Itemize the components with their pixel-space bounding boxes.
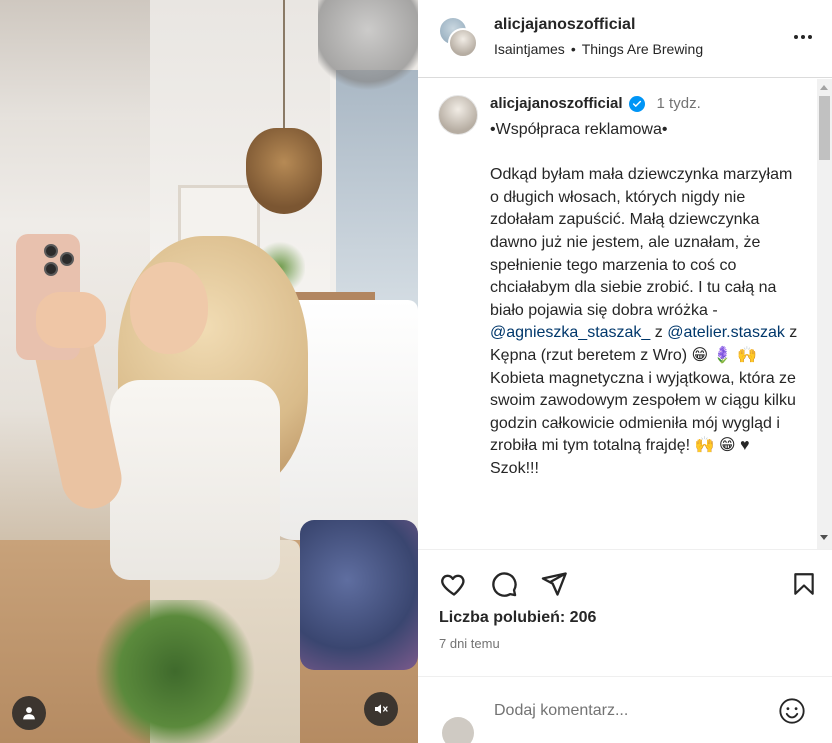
heart-icon — [441, 574, 465, 596]
tagged-users-button[interactable] — [12, 696, 46, 730]
caption-username[interactable]: alicjajanoszofficial — [490, 95, 623, 112]
media-hand — [36, 292, 106, 348]
avatar — [442, 717, 474, 743]
paper-plane-icon — [541, 572, 567, 596]
media-top — [110, 380, 280, 580]
comment-bubble-icon — [492, 572, 517, 597]
caption-header: alicjajanoszofficial 1 tydz. — [490, 95, 701, 112]
post-header: alicjajanoszofficial Isaintjames • Thing… — [418, 0, 832, 78]
audio-title[interactable]: Things Are Brewing — [582, 41, 703, 57]
scrollbar-thumb[interactable] — [819, 96, 830, 160]
likes-count[interactable]: Liczba polubień: 206 — [439, 609, 596, 627]
caption-scrollbar[interactable] — [817, 79, 832, 549]
header-avatars[interactable] — [438, 16, 478, 60]
media-phone-camera — [44, 244, 58, 258]
emoji-icon — [779, 698, 805, 724]
media-chandelier — [318, 0, 418, 100]
caption-body: •Współpraca reklamowa• Odkąd byłam mała … — [490, 121, 793, 319]
scroll-up-arrow-icon[interactable] — [820, 85, 828, 90]
caption-body-end: z Kępna (rzut beretem z Wro) 😁 🪻 🙌 Kobie… — [490, 324, 798, 477]
comment-bar — [418, 676, 832, 743]
scroll-down-arrow-icon[interactable] — [820, 535, 828, 540]
save-button[interactable] — [788, 568, 820, 600]
post-side-panel: alicjajanoszofficial Isaintjames • Thing… — [418, 0, 832, 743]
mention-link[interactable]: @atelier.staszak — [667, 324, 785, 341]
media-pendant-lamp — [246, 128, 322, 214]
verified-badge-icon — [628, 95, 645, 112]
avatar — [448, 28, 478, 58]
post-media[interactable] — [0, 0, 418, 743]
mute-button[interactable] — [364, 692, 398, 726]
bookmark-icon — [794, 573, 814, 595]
media-plant — [90, 600, 260, 743]
caption-avatar[interactable] — [438, 95, 478, 135]
comment-input[interactable] — [494, 697, 764, 725]
media-face — [130, 262, 208, 354]
mention-link[interactable]: @agnieszka_staszak_ — [490, 324, 650, 341]
media-phone-camera — [60, 252, 74, 266]
header-username[interactable]: alicjajanoszofficial — [494, 16, 635, 34]
user-tag-icon — [23, 707, 35, 720]
caption-text: •Współpraca reklamowa• Odkąd byłam mała … — [490, 119, 802, 481]
speaker-muted-icon — [375, 704, 388, 714]
caption-body-joiner: z — [650, 324, 668, 342]
more-dots-icon — [808, 35, 812, 39]
media-armchair — [300, 520, 418, 670]
more-dots-icon — [794, 35, 798, 39]
audio-artist[interactable]: Isaintjames — [494, 41, 565, 57]
emoji-button[interactable] — [776, 695, 808, 727]
media-window — [330, 70, 418, 330]
like-button[interactable] — [438, 568, 470, 600]
media-lamp-cord — [283, 0, 285, 132]
media-phone-camera — [44, 262, 58, 276]
audio-info: Isaintjames • Things Are Brewing — [494, 41, 703, 57]
caption-time[interactable]: 1 tydz. — [657, 95, 701, 112]
more-options-button[interactable] — [790, 26, 816, 48]
audio-separator: • — [570, 41, 576, 57]
more-dots-icon — [801, 35, 805, 39]
caption-area[interactable]: alicjajanoszofficial 1 tydz. •Współpraca… — [418, 79, 832, 549]
comment-button[interactable] — [488, 568, 520, 600]
share-button[interactable] — [538, 568, 570, 600]
post-date[interactable]: 7 dni temu — [439, 636, 500, 651]
